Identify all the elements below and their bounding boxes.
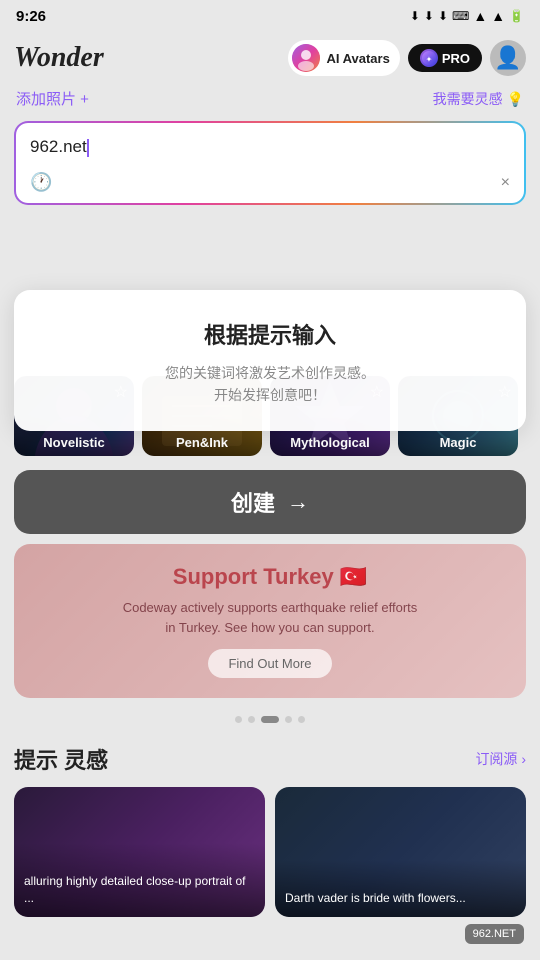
svg-text:✦: ✦ [425,55,432,64]
inspiration-header: 提示 灵感 订阅源 › [14,743,526,775]
inspo-card-1-text: alluring highly detailed close-up portra… [14,843,265,917]
dot-3-active [261,716,279,723]
header: Wonder AI Avatars [0,32,540,84]
dot-1 [235,716,242,723]
find-out-more-button[interactable]: Find Out More [208,649,331,678]
battery-icon: 🔋 [509,9,524,23]
status-time: 9:26 [16,8,46,25]
ai-avatars-label: AI Avatars [326,51,389,66]
support-banner: Support Turkey 🇹🇷 Codeway actively suppo… [14,544,526,698]
wifi-icon: ▲ [473,8,487,24]
download-icon-1: ⬇ [410,9,420,23]
clear-icon[interactable]: × [501,174,510,192]
search-border-wrap: 962.net 🕐 × [14,121,526,205]
subscribe-link[interactable]: 订阅源 › [475,749,526,769]
pro-label: PRO [442,51,470,66]
dot-4 [285,716,292,723]
inspiration-title: 提示 灵感 [14,743,108,775]
search-input-value: 962.net [30,135,510,159]
inspo-card-2-text: Darth vader is bride with flowers... [275,860,526,917]
pro-icon: ✦ [420,49,438,67]
download-icon-2: ⬇ [424,9,434,23]
popup-description: 您的关键词将激发艺术创作灵感。开始发挥创意吧！ [34,362,506,407]
search-box[interactable]: 962.net 🕐 × [16,123,524,203]
inspiration-grid: alluring highly detailed close-up portra… [14,787,526,917]
inspiration-link[interactable]: 我需要灵感 💡 [433,89,524,109]
signal-icon: ▲ [491,8,505,24]
user-button[interactable]: 👤 [490,40,526,76]
add-photo-row: 添加照片 + 我需要灵感 💡 [0,84,540,117]
inspiration-section: 提示 灵感 订阅源 › alluring highly detailed clo… [0,731,540,929]
banner-dots [0,708,540,731]
pro-button[interactable]: ✦ PRO [408,44,482,72]
inspo-card-1[interactable]: alluring highly detailed close-up portra… [14,787,265,917]
ai-avatar-image [292,44,320,72]
search-bottom-row: 🕐 × [30,172,510,193]
support-description: Codeway actively supports earthquake rel… [120,598,420,637]
status-bar: 9:26 ⬇ ⬇ ⬇ ⌨ ▲ ▲ 🔋 [0,0,540,32]
inspo-card-2[interactable]: Darth vader is bride with flowers... [275,787,526,917]
status-icons: ⬇ ⬇ ⬇ ⌨ ▲ ▲ 🔋 [410,8,524,24]
dot-5 [298,716,305,723]
create-label: 创建 [231,486,275,518]
user-icon: 👤 [494,45,521,71]
app-logo: Wonder [14,42,280,74]
history-icon[interactable]: 🕐 [30,172,52,193]
watermark: 962.NET [465,924,524,944]
popup-title: 根据提示输入 [34,318,506,350]
download-icon-3: ⬇ [438,9,448,23]
add-photo-link[interactable]: 添加照片 + [16,88,89,109]
ai-avatars-button[interactable]: AI Avatars [288,40,399,76]
create-arrow-icon: → [287,489,309,515]
prompt-tooltip: 根据提示输入 您的关键词将激发艺术创作灵感。开始发挥创意吧！ [14,290,526,431]
create-button[interactable]: 创建 → [14,470,526,534]
support-title: Support Turkey 🇹🇷 [173,564,367,590]
keyboard-icon: ⌨ [452,9,469,23]
dot-2 [248,716,255,723]
